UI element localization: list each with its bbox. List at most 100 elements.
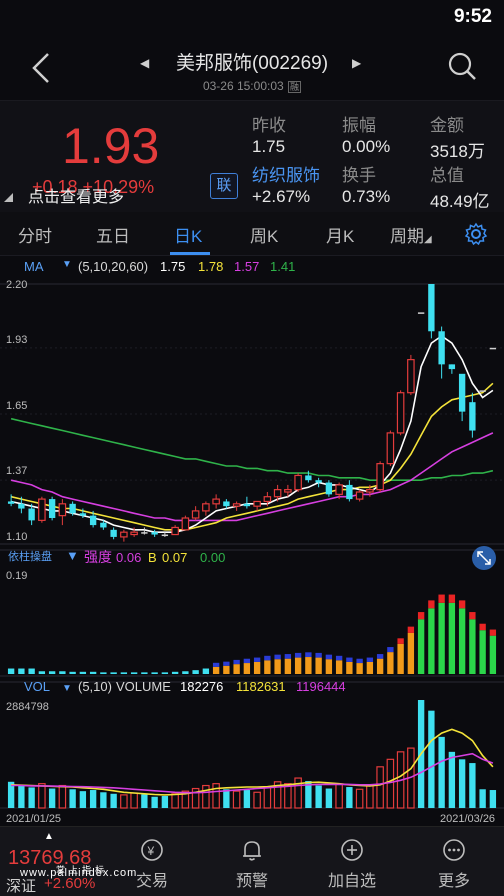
ma-label[interactable]: MA xyxy=(24,259,44,274)
indicator-bar xyxy=(325,659,333,674)
volume-bar xyxy=(489,790,497,808)
volume-bar xyxy=(232,790,241,809)
nav-more[interactable]: 更多 xyxy=(424,837,484,891)
indicator-bar xyxy=(130,672,138,674)
strength-value: 0.06 xyxy=(116,550,141,565)
status-bar: 9:52 xyxy=(0,0,504,36)
last-price: 1.93 xyxy=(62,118,160,174)
volume-bar xyxy=(171,793,179,809)
quote-time-text: 03-26 15:00:03 xyxy=(202,79,284,93)
date-end: 2021/03/26 xyxy=(440,813,495,825)
candle-body xyxy=(284,489,292,493)
tab-daily-k[interactable]: 日K xyxy=(174,222,202,247)
volume-bar xyxy=(18,785,25,808)
volume-bar xyxy=(458,759,466,808)
tab-five-day[interactable]: 五日 xyxy=(96,222,130,247)
candle-body xyxy=(243,503,251,507)
volume-bar xyxy=(366,784,374,809)
vol-value: 182276 xyxy=(180,679,223,694)
indicator-bar xyxy=(284,658,292,674)
header: ◀ 美邦服饰(002269) 03-26 15:00:03 融 ▶ xyxy=(0,36,504,100)
nav-add-watchlist[interactable]: 加自选 xyxy=(322,837,382,891)
back-icon[interactable] xyxy=(26,50,56,86)
ma60-path xyxy=(10,417,494,481)
search-icon[interactable] xyxy=(446,50,478,82)
indicator-bar xyxy=(387,652,394,674)
ma20-line xyxy=(10,432,494,522)
candle-body xyxy=(223,501,230,507)
ma20-value: 1.57 xyxy=(234,259,260,274)
indicator-bar xyxy=(356,663,363,674)
next-stock-icon[interactable]: ▶ xyxy=(352,56,361,70)
candle-body xyxy=(386,432,395,465)
volume-bar xyxy=(58,784,67,809)
candle-body xyxy=(120,531,128,538)
candle-body xyxy=(355,491,364,500)
date-start: 2021/01/25 xyxy=(6,813,61,825)
sector-link[interactable]: 纺织服饰 xyxy=(252,161,320,186)
volume-bar xyxy=(120,794,128,809)
field-label: 振幅 xyxy=(342,116,376,135)
ma-params: (5,10,20,60) xyxy=(78,259,149,274)
nav-trade[interactable]: ¥ 交易 xyxy=(122,837,182,891)
ma5-value: 1.75 xyxy=(160,259,186,274)
indicator-bar xyxy=(69,671,76,674)
indicator-bar xyxy=(38,671,46,674)
tab-period-label: 周期 xyxy=(390,227,424,246)
indicator-bar xyxy=(253,661,261,674)
ma-dropdown-icon[interactable]: ▼ xyxy=(62,259,72,270)
index-up-icon: ▲ xyxy=(44,831,54,842)
kline-chart[interactable]: 2.20 1.93 1.65 1.37 1.10 依柱操盘 ▼ 强度 0.06 … xyxy=(0,278,504,826)
ma60-value: 1.41 xyxy=(270,259,296,274)
candle-body xyxy=(396,392,405,434)
vol-ma10-value: 1196444 xyxy=(296,679,346,694)
vol-label: VOL xyxy=(24,679,50,694)
vol-dropdown-icon: ▼ xyxy=(62,683,72,694)
candle-body xyxy=(428,284,435,332)
kline-chart-area[interactable]: 2.20 1.93 1.65 1.37 1.10 依柱操盘 ▼ 强度 0.06 … xyxy=(0,278,504,826)
tab-period[interactable]: 周期◢ xyxy=(390,222,432,247)
period-tabs: 分时 五日 日K 周K 月K 周期◢ xyxy=(0,212,504,256)
gear-icon[interactable] xyxy=(464,222,488,246)
field-value: 3518万 xyxy=(430,142,485,161)
candle-body xyxy=(100,522,107,528)
candle-body xyxy=(171,526,179,536)
candle-body xyxy=(335,484,343,495)
field-value: 0.00% xyxy=(342,137,391,156)
nav-alert[interactable]: 预警 xyxy=(222,837,282,891)
candle-body xyxy=(315,480,322,483)
volume-bars xyxy=(7,700,497,809)
candle-body xyxy=(366,489,374,493)
indicator-cap xyxy=(469,612,476,620)
volume-bar xyxy=(294,777,302,809)
candle-body xyxy=(38,498,46,521)
indicator-bar xyxy=(182,671,189,674)
candle-body xyxy=(417,312,425,314)
linked-button[interactable]: 联 xyxy=(210,173,238,199)
indicator-bar xyxy=(479,630,486,674)
margin-badge: 融 xyxy=(288,81,302,93)
tab-weekly-k[interactable]: 周K xyxy=(250,222,278,247)
candle-body xyxy=(89,515,97,526)
more-link[interactable]: 点击查看更多 xyxy=(28,183,124,207)
watermark: www.palmindex.com xyxy=(20,867,138,879)
indicator-bar xyxy=(448,602,456,674)
indicator-bar xyxy=(212,666,220,674)
tab-monthly-k[interactable]: 月K xyxy=(326,222,354,247)
volume-bar xyxy=(223,789,230,808)
vol-params: (5,10) xyxy=(78,679,112,694)
tab-intraday[interactable]: 分时 xyxy=(18,222,52,247)
indicator-bar xyxy=(315,657,322,674)
volume-bar xyxy=(202,784,210,809)
candle-body xyxy=(273,489,282,498)
ma20-path xyxy=(10,432,494,522)
ma60-line xyxy=(10,417,494,481)
candle-body xyxy=(376,463,384,491)
price-tick: 1.10 xyxy=(6,531,27,543)
candle-body xyxy=(325,482,333,495)
candle-body xyxy=(28,508,35,521)
indicator-cap xyxy=(479,623,486,631)
candle-body xyxy=(305,475,312,481)
indicator-bar xyxy=(274,659,281,674)
indicator-bar xyxy=(305,657,312,674)
